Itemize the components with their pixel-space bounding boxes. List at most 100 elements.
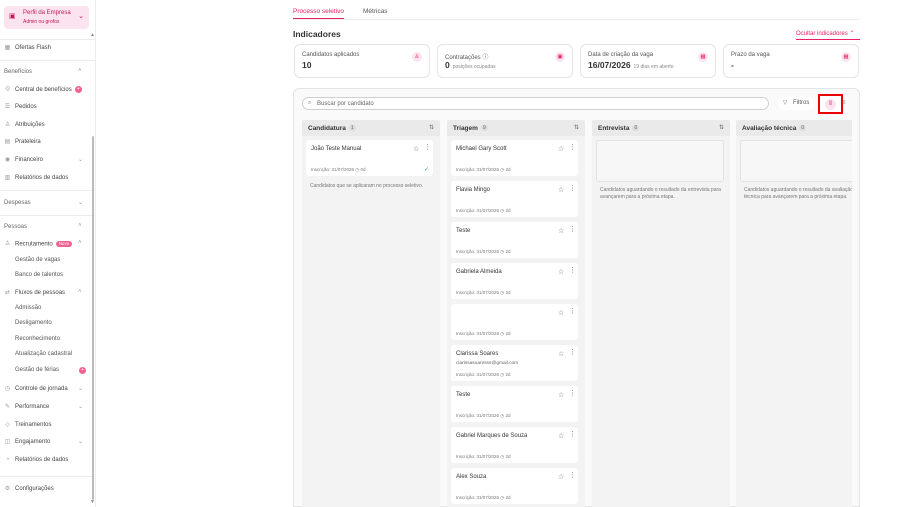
candidate-card[interactable]: Inscrição: 31/07/2026 ◷ 2d ☆ ⋮ xyxy=(451,304,578,340)
chevron-down-icon: ⌄ xyxy=(78,404,84,410)
sidebar-section-beneficios[interactable]: Benefícios ˄ xyxy=(0,67,90,79)
scrollbar[interactable] xyxy=(92,136,94,500)
star-icon[interactable]: ☆ xyxy=(558,391,564,399)
tab-processo-seletivo[interactable]: Processo seletivo xyxy=(293,8,344,19)
sidebar-item-atualizacao[interactable]: Atualização cadastral xyxy=(0,349,90,361)
sidebar-item-controle-jornada[interactable]: ◷ Controle de jornada ⌄ xyxy=(0,384,90,396)
candidate-card[interactable]: Teste Inscrição: 31/07/2026 ◷ 2d ☆ ⋮ xyxy=(451,386,578,422)
gift-icon: ◎ xyxy=(4,86,11,92)
more-vertical-icon[interactable]: ⋮ xyxy=(569,390,576,397)
sidebar-item-relatorios[interactable]: ▥ Relatórios de dados xyxy=(0,173,90,185)
chevron-down-icon: ⌄ xyxy=(78,386,84,392)
sidebar-item-fluxos-pessoas[interactable]: ⇄ Fluxos de pessoas ˄ xyxy=(0,288,90,300)
chevron-down-icon: ⌄ xyxy=(78,439,84,445)
scroll-down-icon[interactable]: ▼ xyxy=(90,499,95,505)
more-vertical-icon[interactable]: ⋮ xyxy=(569,185,576,192)
sidebar: ▣ Perfil da Empresa Admin ou grofos ⌄ ▦ … xyxy=(0,0,96,507)
sidebar-item-central-beneficios[interactable]: ◎ Central de benefícios + xyxy=(0,84,90,96)
candidate-card[interactable]: Clarissa Soares clarissasoaresss@gmail.c… xyxy=(451,345,578,381)
candidate-name: Gabriela Almeida xyxy=(456,269,502,275)
filters-button[interactable]: ▽ Filtros xyxy=(778,97,815,110)
new-badge: + xyxy=(79,367,86,374)
star-icon[interactable]: ☆ xyxy=(558,350,564,358)
star-icon[interactable]: ☆ xyxy=(558,186,564,194)
sidebar-item-engajamento[interactable]: ◫ Engajamento ⌄ xyxy=(0,437,90,449)
candidate-card[interactable]: Gabriela Almeida Inscrição: 31/07/2026 ◷… xyxy=(451,263,578,299)
chat-icon: ◫ xyxy=(4,439,11,445)
more-vertical-icon[interactable]: ⋮ xyxy=(424,144,431,151)
sidebar-item-pedidos[interactable]: ☰ Pedidos xyxy=(0,102,90,114)
candidate-card[interactable]: Michael Gary Scott Inscrição: 31/07/2026… xyxy=(451,140,578,176)
more-vertical-icon[interactable]: ⋮ xyxy=(569,226,576,233)
sidebar-item-label: Pedidos xyxy=(15,104,37,110)
profile-selector[interactable]: ▣ Perfil da Empresa Admin ou grofos ⌄ xyxy=(4,6,89,29)
list-view-icon[interactable]: ≡ xyxy=(842,100,846,106)
sidebar-item-reconhecimento[interactable]: Reconhecimento xyxy=(0,334,90,346)
star-icon[interactable]: ☆ xyxy=(558,227,564,235)
candidate-email: clarissasoaresss@gmail.com xyxy=(456,361,519,366)
sidebar-item-financeiro[interactable]: ◉ Financeiro ⌄ xyxy=(0,155,90,167)
star-icon[interactable]: ☆ xyxy=(413,145,419,153)
filters-label: Filtros xyxy=(793,100,810,106)
sidebar-section-despesas[interactable]: Despesas ⌄ xyxy=(0,198,90,210)
candidate-card[interactable]: João Teste Manual Inscrição: 31/07/2026 … xyxy=(306,140,433,176)
candidate-date: Inscrição: 31/07/2026 ◷ 2d xyxy=(456,290,511,295)
star-icon[interactable]: ☆ xyxy=(558,268,564,276)
search-input[interactable]: ⌕ Buscar por candidato xyxy=(302,97,769,110)
sort-icon[interactable]: ⇅ xyxy=(429,124,434,131)
candidate-name: Michael Gary Scott xyxy=(456,146,507,152)
sidebar-item-banco-talentos[interactable]: Banco de talentos xyxy=(0,270,90,282)
more-vertical-icon[interactable]: ⋮ xyxy=(569,349,576,356)
sidebar-item-gestao-ferias[interactable]: Gestão de férias + xyxy=(0,365,90,377)
sidebar-item-atribuicoes[interactable]: ♙ Atribuições xyxy=(0,120,90,132)
sidebar-item-gestao-vagas[interactable]: Gestão de vagas xyxy=(0,255,90,267)
star-icon[interactable]: ☆ xyxy=(558,432,564,440)
candidate-card[interactable]: Flavia Mingo Inscrição: 31/07/2026 ◷ 2d … xyxy=(451,181,578,217)
more-vertical-icon[interactable]: ⋮ xyxy=(569,431,576,438)
column-title: Avaliação técnica xyxy=(742,125,797,132)
sidebar-section-label: Pessoas xyxy=(4,224,28,230)
candidate-card[interactable]: Alex Souza Inscrição: 31/07/2026 ◷ 2d ☆ … xyxy=(451,468,578,504)
candidate-card[interactable]: Teste Inscrição: 31/07/2026 ◷ 2d ☆ ⋮ xyxy=(451,222,578,258)
sidebar-item-desligamento[interactable]: Desligamento xyxy=(0,318,90,330)
kanban-icon: ⫴ xyxy=(825,99,836,110)
chevron-up-icon: ˄ xyxy=(78,223,82,229)
column-count: 0 xyxy=(799,125,807,132)
new-badge: Novo xyxy=(55,241,73,247)
sidebar-item-prateleira[interactable]: ▤ Prateleira xyxy=(0,137,90,149)
scroll-up-icon[interactable]: ▲ xyxy=(90,32,95,38)
filter-icon: ▽ xyxy=(783,100,788,106)
more-vertical-icon[interactable]: ⋮ xyxy=(569,308,576,315)
star-icon[interactable]: ☆ xyxy=(558,473,564,481)
sidebar-item-performance[interactable]: ✎ Performance ⌄ xyxy=(0,402,90,414)
chart-icon: ▥ xyxy=(4,175,11,181)
sidebar-item-label: Gestão de vagas xyxy=(15,257,61,263)
divider xyxy=(796,39,860,40)
divider xyxy=(293,19,860,20)
sort-icon[interactable]: ⇅ xyxy=(719,124,724,131)
pencil-icon: ✎ xyxy=(4,404,11,410)
sidebar-item-configuracoes[interactable]: ⚙ Configurações xyxy=(0,484,90,496)
sidebar-item-recrutamento[interactable]: ♙ Recrutamento Novo ˄ xyxy=(0,239,90,251)
column-title: Entrevista xyxy=(598,125,630,132)
star-icon[interactable]: ☆ xyxy=(558,145,564,153)
profile-subtitle: Admin ou grofos xyxy=(23,19,60,25)
sidebar-item-treinamentos[interactable]: ◇ Treinamentos xyxy=(0,420,90,432)
column-triagem: Triagem 9 ⇅ Michael Gary Scott Inscrição:… xyxy=(447,120,585,507)
chevron-up-icon: ˄ xyxy=(78,68,82,74)
more-vertical-icon[interactable]: ⋮ xyxy=(569,267,576,274)
search-icon: ⌕ xyxy=(308,100,312,106)
sidebar-item-ofertas-flash[interactable]: ▦ Ofertas Flash xyxy=(0,43,90,55)
sidebar-item-relatorios-pessoas[interactable]: ◔ Relatórios de dados xyxy=(0,455,90,467)
sidebar-section-pessoas[interactable]: Pessoas ˄ xyxy=(0,222,90,234)
sort-icon[interactable]: ⇅ xyxy=(574,124,579,131)
star-icon[interactable]: ☆ xyxy=(558,309,564,317)
hide-indicators-button[interactable]: Ocultar indicadores ⌃ xyxy=(796,30,854,37)
kanban-view-button[interactable]: ⫴ xyxy=(818,94,843,114)
shelf-icon: ▤ xyxy=(4,139,11,145)
more-vertical-icon[interactable]: ⋮ xyxy=(569,144,576,151)
tab-metricas[interactable]: Métricas xyxy=(363,8,388,15)
sidebar-item-admissao[interactable]: Admissão xyxy=(0,303,90,315)
more-vertical-icon[interactable]: ⋮ xyxy=(569,472,576,479)
candidate-card[interactable]: Gabriel Marques de Souza Inscrição: 31/0… xyxy=(451,427,578,463)
